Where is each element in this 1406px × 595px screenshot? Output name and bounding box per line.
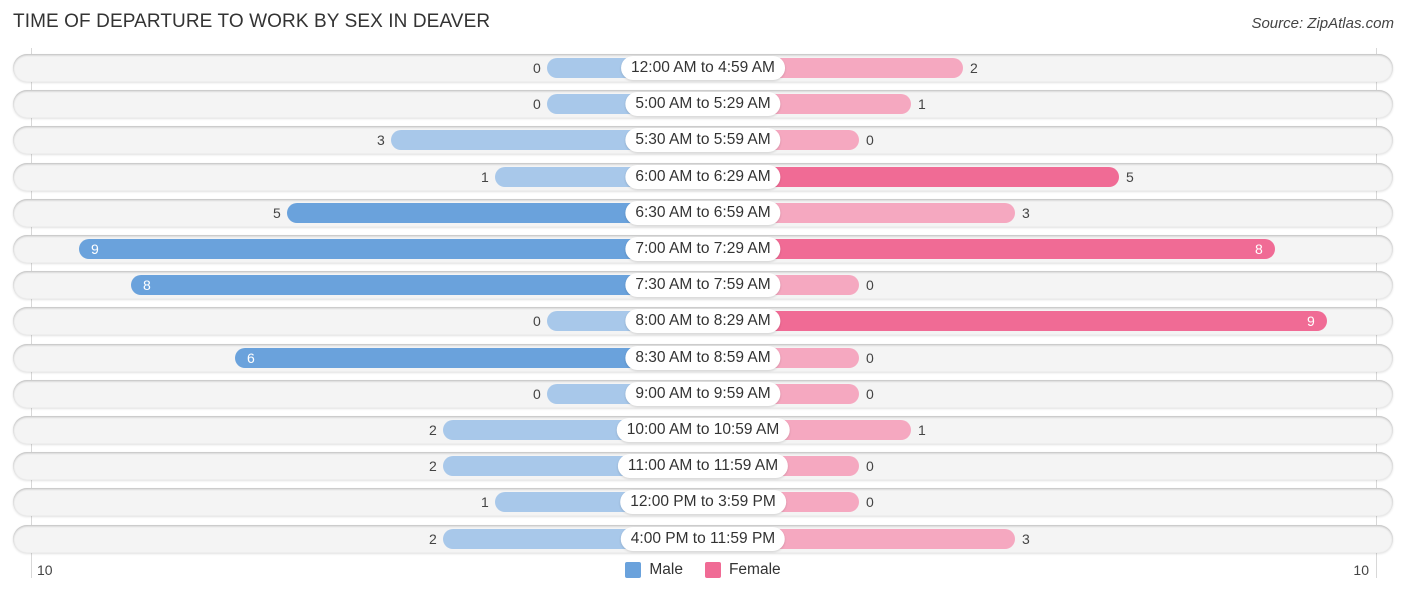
category-label: 11:00 AM to 11:59 AM — [617, 454, 789, 478]
category-label: 10:00 AM to 10:59 AM — [616, 418, 790, 442]
female-value-label: 9 — [1307, 313, 1315, 329]
category-label: 8:30 AM to 8:59 AM — [625, 346, 781, 370]
male-value-label: 0 — [533, 96, 541, 112]
male-bar[interactable] — [79, 239, 703, 259]
source-credit: Source: ZipAtlas.com — [1251, 15, 1394, 32]
male-value-label: 0 — [533, 60, 541, 76]
male-value-label: 0 — [533, 386, 541, 402]
female-value-label: 0 — [866, 277, 874, 293]
category-label: 9:00 AM to 9:59 AM — [625, 382, 781, 406]
category-label: 6:30 AM to 6:59 AM — [625, 201, 781, 225]
male-bar[interactable] — [131, 275, 703, 295]
female-value-label: 8 — [1255, 241, 1263, 257]
category-label: 4:00 PM to 11:59 PM — [620, 527, 786, 551]
chart-title: TIME OF DEPARTURE TO WORK BY SEX IN DEAV… — [13, 11, 491, 32]
legend-label-female: Female — [728, 561, 781, 578]
female-value-label: 3 — [1022, 205, 1030, 221]
male-value-label: 0 — [533, 313, 541, 329]
female-value-label: 0 — [866, 494, 874, 510]
legend: Male Female — [0, 561, 1406, 579]
legend-label-male: Male — [649, 561, 683, 578]
male-value-label: 2 — [429, 458, 437, 474]
female-bar[interactable] — [703, 239, 1275, 259]
male-value-label: 1 — [481, 169, 489, 185]
male-value-label: 8 — [143, 277, 151, 293]
male-value-label: 5 — [273, 205, 281, 221]
legend-item-female[interactable]: Female — [704, 561, 781, 579]
category-label: 12:00 AM to 4:59 AM — [621, 56, 785, 80]
female-value-label: 5 — [1126, 169, 1134, 185]
female-swatch-icon — [704, 562, 721, 578]
female-value-label: 2 — [970, 60, 978, 76]
legend-item-male[interactable]: Male — [625, 561, 683, 579]
female-value-label: 0 — [866, 386, 874, 402]
female-value-label: 1 — [918, 96, 926, 112]
male-value-label: 6 — [247, 350, 255, 366]
category-label: 7:00 AM to 7:29 AM — [625, 237, 781, 261]
male-swatch-icon — [625, 562, 642, 578]
category-label: 5:30 AM to 5:59 AM — [625, 128, 781, 152]
category-label: 7:30 AM to 7:59 AM — [625, 273, 781, 297]
female-value-label: 0 — [866, 458, 874, 474]
category-label: 6:00 AM to 6:29 AM — [625, 165, 781, 189]
male-value-label: 3 — [377, 132, 385, 148]
male-value-label: 9 — [91, 241, 99, 257]
female-value-label: 0 — [866, 132, 874, 148]
female-value-label: 3 — [1022, 531, 1030, 547]
female-value-label: 1 — [918, 422, 926, 438]
male-value-label: 2 — [429, 422, 437, 438]
female-value-label: 0 — [866, 350, 874, 366]
category-label: 8:00 AM to 8:29 AM — [625, 309, 781, 333]
female-bar[interactable] — [703, 311, 1327, 331]
male-value-label: 1 — [481, 494, 489, 510]
category-label: 5:00 AM to 5:29 AM — [625, 92, 781, 116]
category-label: 12:00 PM to 3:59 PM — [620, 490, 786, 514]
male-value-label: 2 — [429, 531, 437, 547]
